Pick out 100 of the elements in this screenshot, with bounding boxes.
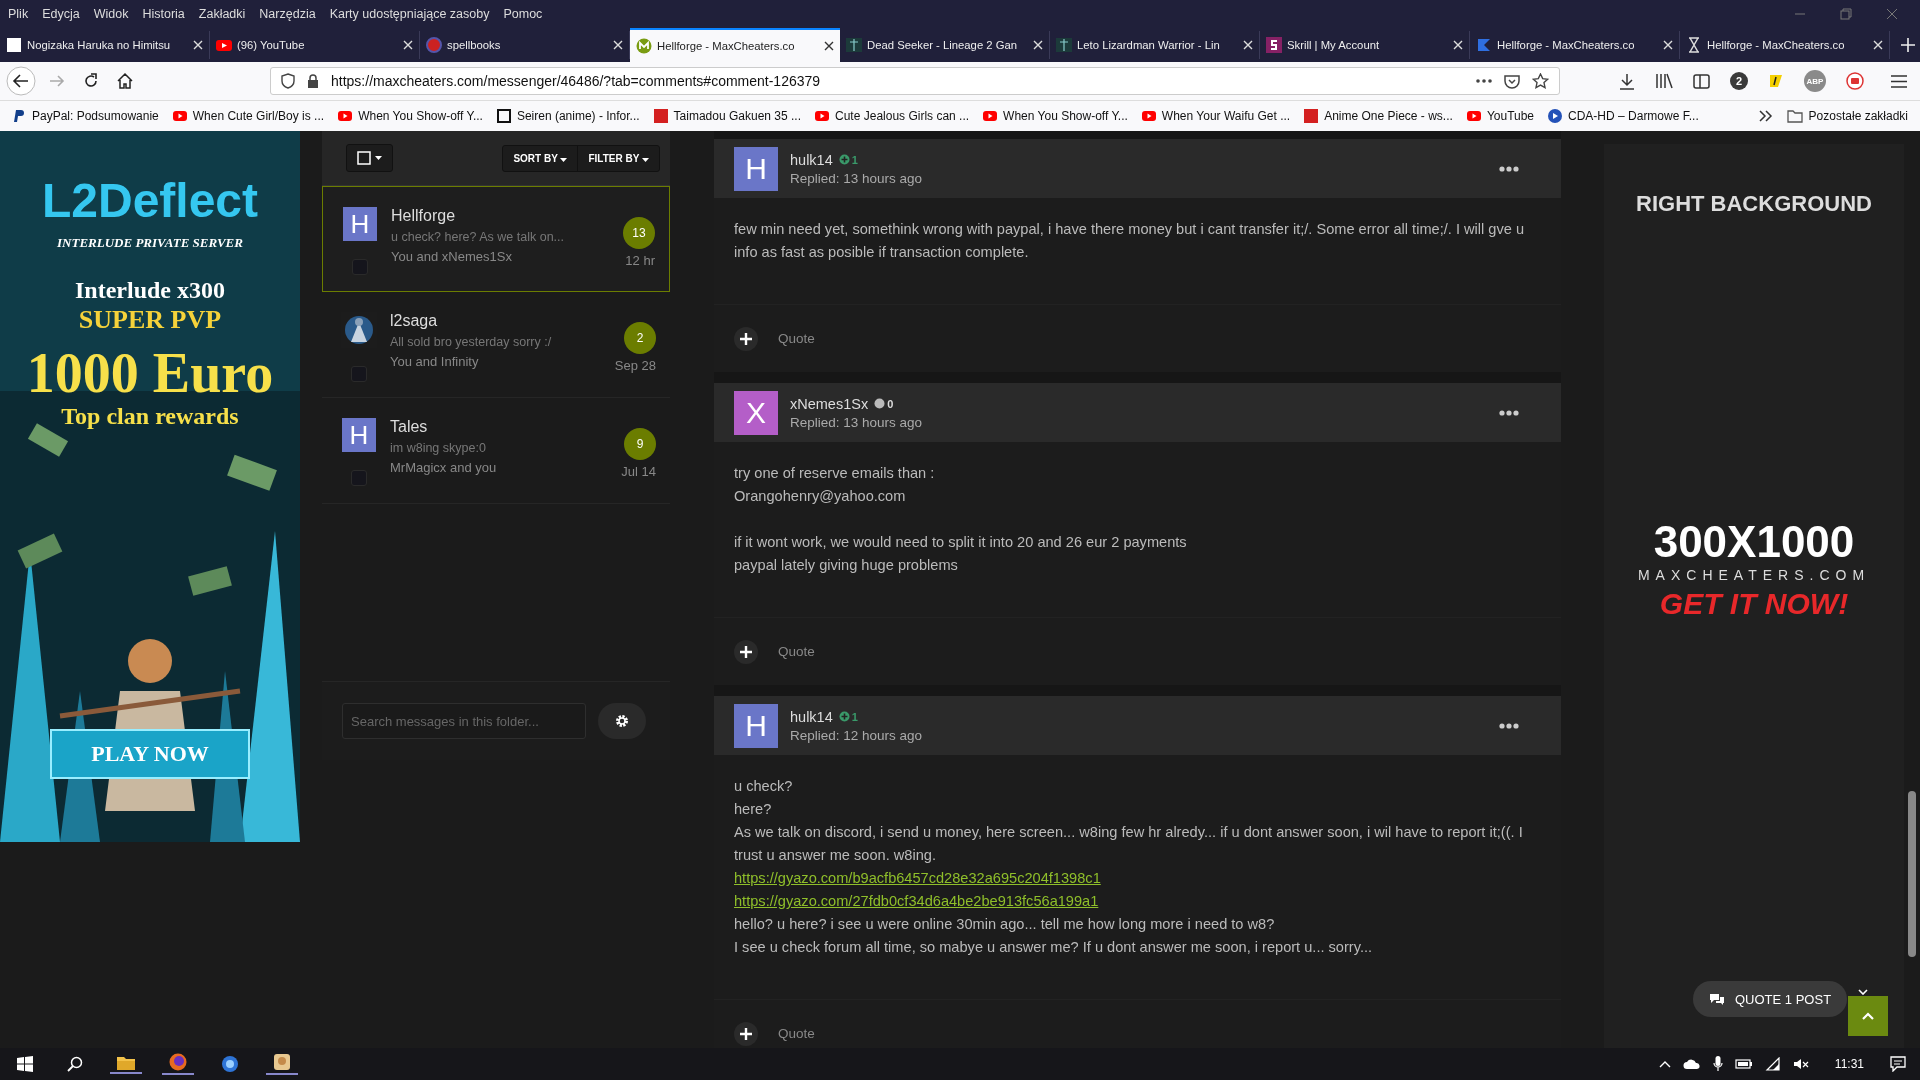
author-name[interactable]: xNemes1Sx: [790, 395, 869, 412]
bookmark-label[interactable]: YouTube: [1486, 109, 1535, 123]
ad-text: Interlude x300: [74, 277, 226, 304]
checkbox-icon: [357, 151, 371, 165]
bookmark-label[interactable]: Pozostałe zakładki: [1808, 109, 1908, 123]
more-icon[interactable]: [1499, 409, 1519, 416]
quote-link[interactable]: Quote: [778, 644, 815, 659]
favicon-icon: [496, 109, 511, 123]
folder-icon: [1786, 109, 1803, 123]
menu-item[interactable]: Karty udostępniające zasoby: [329, 7, 490, 21]
folder-icon[interactable]: [110, 1054, 142, 1074]
browser-tab[interactable]: (96) YouTube: [210, 31, 420, 59]
muted-speaker-icon[interactable]: [1792, 1058, 1809, 1070]
participants-text: You and Infinity: [390, 354, 480, 369]
star-icon[interactable]: [1532, 73, 1549, 89]
message-link[interactable]: https://gyazo.com/27fdb0cf34d6a4be2be913fc56a199a1: [734, 890, 1099, 913]
message-text: paypal lately giving huge problems: [734, 556, 959, 575]
menu-item[interactable]: Widok: [93, 7, 129, 21]
menu-item[interactable]: Zakładki: [198, 7, 246, 21]
quote-link[interactable]: Quote: [778, 1026, 815, 1041]
cloud-icon[interactable]: [1682, 1058, 1701, 1070]
menu-item[interactable]: Plik: [8, 7, 29, 21]
author-name[interactable]: hulk14: [790, 151, 833, 168]
browser-tab[interactable]: Skrill | My Account: [1260, 31, 1470, 59]
conversation-title: Tales: [390, 418, 429, 436]
ad-size-text: 300X1000: [1653, 517, 1855, 567]
plus-icon: [740, 645, 752, 658]
download-icon[interactable]: [1619, 72, 1635, 90]
scrollbar-thumb[interactable]: [1908, 791, 1916, 957]
sidebar-icon[interactable]: [1693, 73, 1710, 89]
ad-prize-text: 1000 Euro: [25, 341, 275, 405]
bookmark-folder[interactable]: Pozostałe zakładki: [1786, 109, 1908, 123]
pocket-icon[interactable]: [1504, 73, 1520, 89]
favicon-icon: [1686, 37, 1702, 53]
conversation-item[interactable]: H Hellforge u check? here? As we talk on... You and xNemes1Sx 13 12 hr: [322, 186, 670, 292]
count-badge: 2: [624, 322, 656, 354]
count-badge: 13: [623, 217, 655, 249]
restore-icon[interactable]: [1840, 8, 1852, 20]
browser-tab[interactable]: Leto Lizardman Warrior - Lin: [1050, 31, 1260, 59]
quote-link[interactable]: Quote: [778, 331, 815, 346]
address-field[interactable]: https://maxcheaters.com/messenger/46486/?tab=comments#comment-126379: [270, 67, 1560, 95]
add-button[interactable]: [734, 1021, 758, 1046]
browser-tab[interactable]: Nogizaka Haruka no Himitsu: [0, 31, 210, 59]
chevron-down-icon[interactable]: [1858, 989, 1868, 995]
menu-icon[interactable]: [1890, 73, 1908, 89]
message-preview: im w8ing skype:0: [390, 441, 487, 455]
reload-icon[interactable]: [82, 72, 100, 90]
conversation-title: l2saga: [390, 312, 439, 330]
reply-time: Replied: 13 hours ago: [790, 170, 924, 186]
message-text: u check?: [734, 777, 794, 796]
library-icon[interactable]: [1655, 73, 1673, 89]
app-icon[interactable]: [266, 1053, 298, 1075]
author-name[interactable]: hulk14: [790, 708, 833, 725]
message-text: try one of reserve emails than :: [734, 464, 936, 483]
microphone-icon[interactable]: [1712, 1056, 1723, 1072]
add-button[interactable]: [734, 639, 758, 664]
lock-icon[interactable]: [307, 74, 319, 88]
browser-icon[interactable]: [162, 1053, 194, 1075]
back-icon[interactable]: [6, 66, 36, 96]
search-field[interactable]: Search messages in this folder...: [342, 703, 586, 739]
shield-icon[interactable]: [281, 73, 295, 89]
browser-tab[interactable]: Hellforge - MaxCheaters.co: [630, 28, 840, 62]
settings-button[interactable]: [598, 703, 646, 739]
new-tab-icon[interactable]: [1900, 37, 1916, 53]
more-icon[interactable]: [1476, 79, 1492, 83]
menu-item[interactable]: Historia: [142, 7, 185, 21]
plus-icon: [740, 332, 752, 345]
clock-text[interactable]: 11:31: [1834, 1057, 1864, 1071]
battery-icon[interactable]: [1734, 1059, 1753, 1069]
browser-tab[interactable]: Hellforge - MaxCheaters.co: [1470, 31, 1680, 59]
conversation-item[interactable]: l2saga All sold bro yesterday sorry :/ You and Infinity 2 Sep 28: [322, 292, 670, 398]
more-icon[interactable]: [1499, 722, 1519, 729]
close-tab-icon[interactable]: [824, 41, 834, 51]
more-icon[interactable]: [1499, 165, 1519, 172]
close-icon[interactable]: [1886, 8, 1898, 20]
extension-icon[interactable]: [1768, 73, 1784, 89]
menu-item[interactable]: Narzędzia: [259, 7, 316, 21]
select-all-dropdown[interactable]: [346, 144, 393, 172]
conversation-item[interactable]: H Tales im w8ing skype:0 MrMagicx and you 9 Jul 14: [322, 398, 670, 504]
caret-up-icon[interactable]: [1658, 1060, 1671, 1068]
ad-subtitle: INTERLUDE PRIVATE SERVER: [56, 235, 244, 251]
message-link[interactable]: https://gyazo.com/b9acfb6457cd28e32a695c204f1398c1: [734, 867, 1101, 890]
favicon-icon: [6, 37, 22, 53]
ad-logo-text: L2Deflect: [40, 173, 260, 228]
quote-post-button[interactable]: QUOTE 1 POST: [1693, 981, 1848, 1017]
menu-item[interactable]: Edycja: [42, 7, 80, 21]
chevrons-icon[interactable]: [1758, 110, 1773, 122]
account-badge[interactable]: 2: [1730, 72, 1748, 90]
home-icon[interactable]: [116, 72, 134, 90]
filter-dropdown[interactable]: FILTER BY: [577, 145, 659, 171]
bookmark-link[interactable]: YouTube: [1466, 109, 1535, 123]
timestamp: Jul 14: [621, 464, 656, 479]
menu-item[interactable]: Pomoc: [503, 7, 543, 21]
conversation-title: Hellforge: [391, 207, 457, 225]
add-button[interactable]: [734, 326, 758, 351]
browser-tab[interactable]: Hellforge - MaxCheaters.co: [1680, 31, 1890, 59]
browser-tab[interactable]: Dead Seeker - Lineage 2 Gan: [840, 31, 1050, 59]
sort-dropdown[interactable]: SORT BY: [503, 145, 578, 171]
notification-icon[interactable]: [1890, 1056, 1906, 1072]
message-text: As we talk on discord, i send u money, here screen... w8ing few hr alredy... if u dont answer soon, i wil have to report it;((. I trust u answer me soon. w8ing.: [734, 823, 1524, 865]
